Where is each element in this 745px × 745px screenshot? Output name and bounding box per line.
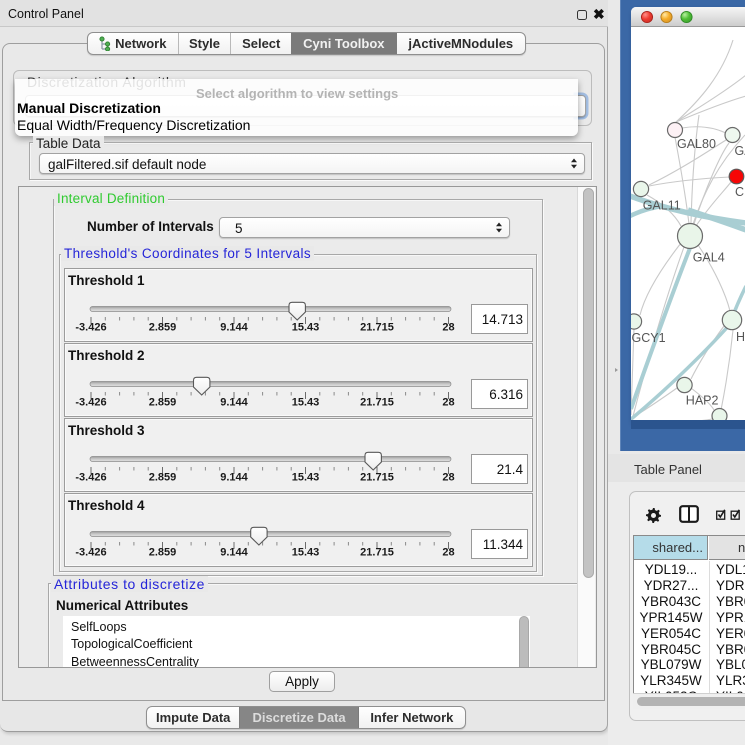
svg-text:2.859: 2.859: [149, 322, 177, 334]
svg-text:9.144: 9.144: [220, 397, 248, 409]
svg-text:-3.426: -3.426: [75, 322, 106, 334]
svg-text:9.144: 9.144: [220, 472, 248, 484]
svg-text:HAP2: HAP2: [686, 394, 719, 408]
svg-text:21.715: 21.715: [360, 322, 394, 334]
svg-text:15.43: 15.43: [292, 397, 320, 409]
svg-text:15.43: 15.43: [292, 472, 320, 484]
svg-text:28: 28: [442, 547, 454, 559]
svg-text:GAL4: GAL4: [693, 251, 725, 265]
svg-text:21.715: 21.715: [360, 472, 394, 484]
svg-text:H: H: [736, 330, 745, 344]
svg-text:GA: GA: [735, 144, 745, 158]
svg-text:9.144: 9.144: [220, 322, 248, 334]
svg-text:28: 28: [442, 322, 454, 334]
svg-text:28: 28: [442, 472, 454, 484]
svg-text:28: 28: [442, 397, 454, 409]
svg-text:GAL11: GAL11: [643, 198, 681, 212]
svg-text:2.859: 2.859: [149, 547, 177, 559]
svg-text:-3.426: -3.426: [75, 397, 106, 409]
svg-text:21.715: 21.715: [360, 547, 394, 559]
svg-text:9.144: 9.144: [220, 547, 248, 559]
svg-text:GCY1: GCY1: [632, 331, 666, 345]
svg-text:GAL80: GAL80: [677, 137, 716, 151]
svg-text:15.43: 15.43: [292, 547, 320, 559]
svg-text:21.715: 21.715: [360, 397, 394, 409]
svg-text:-3.426: -3.426: [75, 472, 106, 484]
svg-text:-3.426: -3.426: [75, 547, 106, 559]
svg-text:C: C: [735, 185, 744, 199]
svg-text:15.43: 15.43: [292, 322, 320, 334]
svg-text:2.859: 2.859: [149, 397, 177, 409]
svg-text:2.859: 2.859: [149, 472, 177, 484]
